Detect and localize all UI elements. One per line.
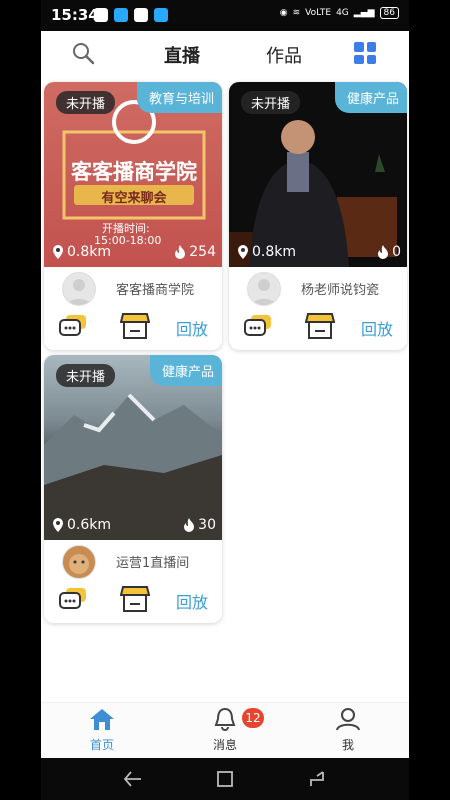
- live-card[interactable]: 未开播 健康产品 0.8km 0 杨老师说钧瓷 回放: [229, 82, 407, 350]
- signal-label: 4G: [336, 8, 349, 18]
- grid-view-icon[interactable]: [354, 42, 376, 64]
- avatar: [62, 272, 96, 306]
- location-pin-icon: [53, 245, 63, 259]
- host-name: 杨老师说钧瓷: [301, 283, 380, 298]
- poster-title: 客客播商学院: [71, 160, 197, 184]
- status-right: ◉ ≋ VoLTE 4G ▂▄▆ 86: [280, 7, 399, 19]
- host-row: 杨老师说钧瓷: [229, 267, 407, 309]
- system-nav-bar: [41, 758, 409, 800]
- left-frame: [0, 0, 41, 800]
- tab-works[interactable]: 作品: [266, 42, 302, 68]
- chat-icon[interactable]: [59, 314, 87, 340]
- location-pin-icon: [53, 518, 63, 532]
- heat-value: 30: [198, 517, 216, 533]
- replay-button[interactable]: 回放: [176, 316, 208, 340]
- live-thumbnail: 未开播 健康产品 0.8km 0: [229, 82, 407, 267]
- live-card[interactable]: 未开播 健康产品 0.6km 30 运营1直播间 回放: [44, 355, 222, 623]
- status-app-icons: [94, 8, 168, 22]
- wifi-icon: ≋: [292, 8, 301, 18]
- live-thumbnail: 未开播 健康产品 0.6km 30: [44, 355, 222, 540]
- back-icon[interactable]: [123, 770, 143, 788]
- category-badge: 健康产品: [334, 82, 407, 113]
- live-thumbnail: 客客播商学院 有空来聊会 开播时间: 15:00-18:00 未开播 教育与培训…: [44, 82, 222, 267]
- tab-live[interactable]: 直播: [164, 42, 200, 68]
- heat-value: 0: [392, 244, 401, 260]
- signal-icon: ▂▄▆: [353, 8, 375, 18]
- distance: 0.8km: [52, 244, 111, 260]
- status-badge: 未开播: [56, 364, 116, 387]
- recents-icon[interactable]: [307, 770, 327, 788]
- distance-value: 0.8km: [67, 244, 112, 260]
- location-pin-icon: [238, 245, 248, 259]
- app-screen: 15:34 ◉ ≋ VoLTE 4G ▂▄▆ 86 直播 作品 客客播商学院 有…: [41, 0, 409, 800]
- host-row: 客客播商学院: [44, 267, 222, 309]
- replay-button[interactable]: 回放: [176, 589, 208, 613]
- qq-icon: [114, 8, 128, 22]
- tab-home[interactable]: 首页: [72, 707, 132, 753]
- avatar: [62, 545, 96, 579]
- video-notify-icon: [134, 8, 148, 22]
- tab-home-label: 首页: [89, 738, 114, 752]
- card-actions: 回放: [44, 310, 222, 346]
- home-square-icon[interactable]: [216, 770, 234, 788]
- status-time: 15:34: [51, 6, 99, 24]
- battery-icon: 86: [379, 7, 399, 19]
- flame-icon: [175, 245, 186, 259]
- right-frame: [409, 0, 450, 800]
- tab-me-label: 我: [341, 738, 354, 752]
- status-badge: 未开播: [241, 91, 301, 114]
- category-badge: 健康产品: [149, 355, 222, 386]
- distance: 0.6km: [52, 517, 111, 533]
- distance: 0.8km: [237, 244, 296, 260]
- replay-button[interactable]: 回放: [361, 316, 393, 340]
- host-name: 客客播商学院: [116, 283, 195, 298]
- tab-me[interactable]: 我: [318, 707, 378, 753]
- search-icon[interactable]: [71, 41, 95, 65]
- heat: 30: [183, 517, 216, 533]
- distance-value: 0.6km: [67, 517, 112, 533]
- bottom-tab-bar: 首页 消息 我: [41, 702, 409, 759]
- heat: 0: [377, 244, 401, 260]
- message-count-badge: 12: [242, 708, 264, 728]
- chat-icon[interactable]: [59, 587, 87, 613]
- heat-value: 254: [189, 244, 216, 260]
- poster-subtitle: 有空来聊会: [101, 191, 167, 206]
- distance-value: 0.8km: [252, 244, 297, 260]
- host-row: 运营1直播间: [44, 540, 222, 582]
- flame-icon: [184, 518, 195, 532]
- flame-icon: [378, 245, 389, 259]
- shop-icon[interactable]: [305, 312, 335, 340]
- message-notify-icon: [94, 8, 108, 22]
- user-icon: [336, 708, 360, 731]
- app-notify-icon: [154, 8, 168, 22]
- volte-label: VoLTE: [305, 8, 332, 18]
- home-icon: [90, 709, 114, 730]
- top-nav: 直播 作品: [41, 31, 409, 76]
- shop-icon[interactable]: [120, 585, 150, 613]
- tab-messages-label: 消息: [212, 738, 237, 752]
- chat-icon[interactable]: [244, 314, 272, 340]
- shop-icon[interactable]: [120, 312, 150, 340]
- bell-icon: [214, 707, 236, 731]
- host-name: 运营1直播间: [116, 556, 190, 571]
- status-bar: 15:34 ◉ ≋ VoLTE 4G ▂▄▆ 86: [41, 0, 409, 31]
- location-icon: ◉: [279, 8, 288, 18]
- heat: 254: [174, 244, 216, 260]
- card-actions: 回放: [229, 310, 407, 346]
- live-card[interactable]: 客客播商学院 有空来聊会 开播时间: 15:00-18:00 未开播 教育与培训…: [44, 82, 222, 350]
- avatar: [247, 272, 281, 306]
- status-badge: 未开播: [56, 91, 116, 114]
- category-badge: 教育与培训: [136, 82, 222, 113]
- card-actions: 回放: [44, 583, 222, 619]
